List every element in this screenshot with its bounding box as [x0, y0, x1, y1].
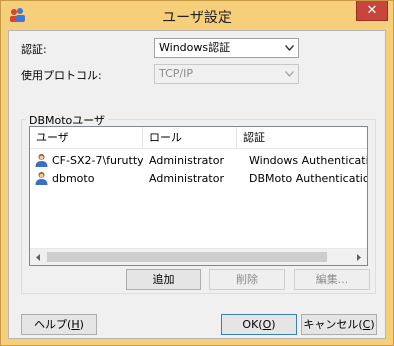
user-icon: [35, 154, 48, 167]
ok-button[interactable]: OK(O): [221, 314, 297, 335]
cell-auth: DBMoto Authentication: [249, 172, 367, 185]
title-bar[interactable]: ユーザ設定 ✕: [1, 1, 393, 30]
auth-select[interactable]: Windows認証: [154, 38, 299, 58]
scroll-thumb[interactable]: [47, 252, 327, 262]
user-settings-dialog: ユーザ設定 ✕ 認証: Windows認証 使用プロトコル: TCP/IP DB…: [0, 0, 394, 346]
cell-role: Administrator: [149, 154, 224, 167]
edit-button: 編集...: [294, 269, 370, 290]
cell-role: Administrator: [149, 172, 224, 185]
chevron-down-icon: [285, 71, 294, 77]
help-label-prefix: ヘルプ(: [34, 318, 72, 331]
column-header-auth[interactable]: 認証: [237, 127, 367, 149]
protocol-label: 使用プロトコル:: [21, 69, 102, 82]
help-button[interactable]: ヘルプ(H): [21, 314, 97, 335]
ok-accelerator: O: [262, 318, 272, 331]
list-header: ユーザ ロール 認証: [30, 127, 367, 149]
cancel-button[interactable]: キャンセル(C): [301, 314, 377, 335]
dialog-body: 認証: Windows認証 使用プロトコル: TCP/IP DBMotoユーザ …: [8, 30, 386, 339]
cell-auth: Windows Authentication: [249, 154, 367, 167]
table-row[interactable]: dbmoto Administrator DBMoto Authenticati…: [30, 170, 367, 188]
protocol-select-value: TCP/IP: [159, 67, 193, 80]
help-accelerator: H: [71, 318, 80, 331]
cell-user: CF-SX2-7\furutty: [52, 154, 143, 167]
cancel-label-suffix: ): [370, 318, 375, 331]
scroll-right-icon[interactable]: [354, 253, 363, 262]
window-title: ユーザ設定: [162, 10, 232, 26]
close-icon: ✕: [366, 3, 378, 18]
scroll-left-icon[interactable]: [34, 253, 43, 262]
auth-select-value: Windows認証: [159, 41, 231, 54]
chevron-down-icon: [285, 45, 294, 51]
column-header-user[interactable]: ユーザ: [30, 127, 143, 149]
close-button[interactable]: ✕: [356, 1, 388, 21]
users-list[interactable]: ユーザ ロール 認証 CF-SX2-7\furutty Administrato…: [29, 126, 368, 266]
ok-label-prefix: OK(: [242, 318, 263, 331]
table-row[interactable]: CF-SX2-7\furutty Administrator Windows A…: [30, 152, 367, 170]
user-icon: [35, 172, 48, 185]
cancel-label-prefix: キャンセル(: [303, 318, 363, 331]
cell-user: dbmoto: [52, 172, 95, 185]
help-label-suffix: ): [79, 318, 84, 331]
delete-button: 削除: [209, 269, 285, 290]
ok-label-suffix: ): [271, 318, 276, 331]
auth-label: 認証:: [21, 43, 47, 56]
protocol-select: TCP/IP: [154, 64, 299, 84]
column-header-role[interactable]: ロール: [143, 127, 237, 149]
add-button[interactable]: 追加: [126, 269, 201, 290]
horizontal-scrollbar[interactable]: [30, 248, 367, 265]
